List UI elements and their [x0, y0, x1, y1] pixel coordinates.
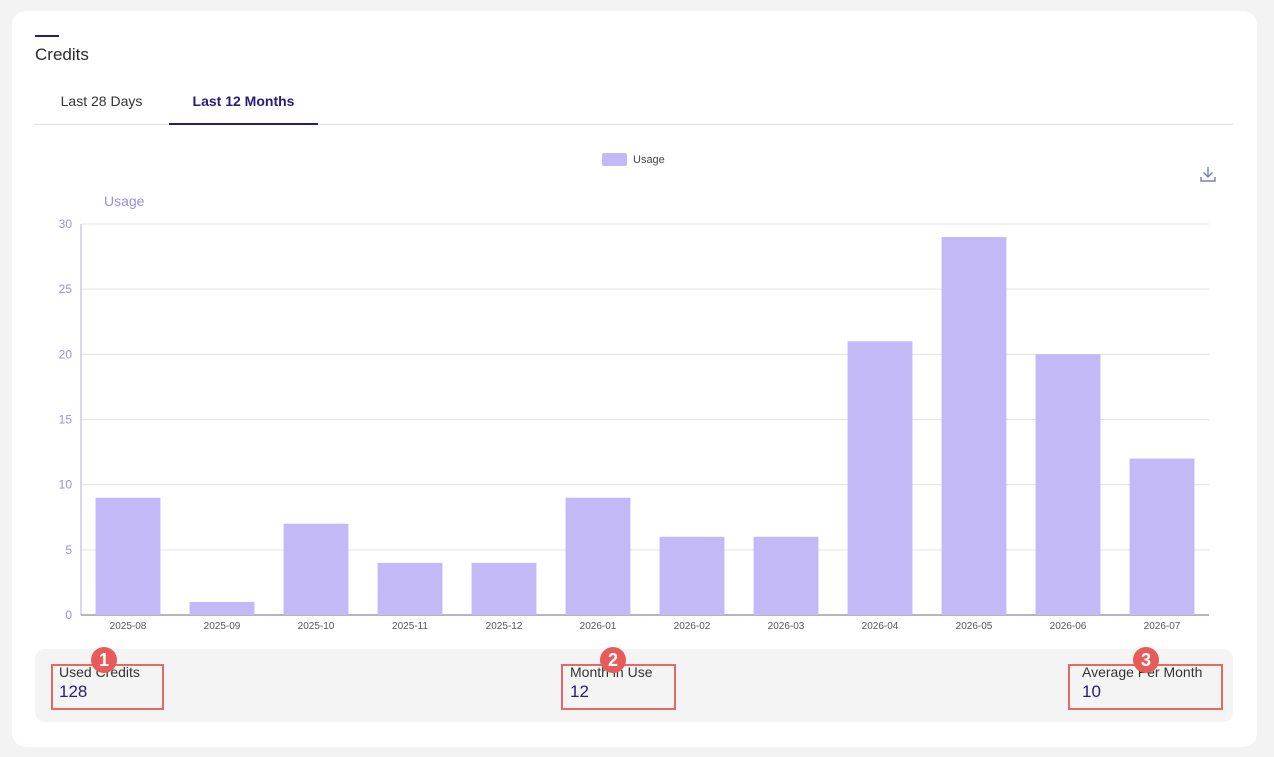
y-tick-label-5: 5 — [65, 543, 72, 557]
x-tick-label-2025-09: 2025-09 — [204, 621, 241, 632]
y-tick-label-25: 25 — [59, 282, 73, 296]
usage-bar-chart: Usage 0 5 10 15 20 25 30 2025-08 2025-09 2025-10 20… — [59, 193, 1209, 632]
y-tick-label-30: 30 — [59, 217, 73, 231]
bar-2026-02 — [659, 536, 725, 615]
annotation-badge-2: 2 — [600, 647, 626, 673]
x-tick-label-2026-05: 2026-05 — [956, 621, 993, 632]
x-tick-label-2026-02: 2026-02 — [674, 621, 711, 632]
stats-panel: Used Credits 128 Month in Use 12 Average… — [35, 647, 1233, 722]
x-tick-label-2025-12: 2025-12 — [486, 621, 523, 632]
bar-2026-07 — [1129, 458, 1195, 615]
y-tick-label-20: 20 — [59, 347, 73, 361]
bar-2025-11 — [377, 562, 443, 615]
bar-2025-08 — [95, 497, 161, 615]
x-tick-label-2026-03: 2026-03 — [768, 621, 805, 632]
x-tick-label-2026-07: 2026-07 — [1144, 621, 1181, 632]
y-axis-title: Usage — [104, 193, 145, 209]
x-tick-label-2026-04: 2026-04 — [862, 621, 899, 632]
y-tick-label-15: 15 — [59, 413, 73, 427]
y-tick-label-10: 10 — [59, 478, 73, 492]
bar-2026-01 — [565, 497, 631, 615]
bar-2025-10 — [283, 523, 349, 615]
bar-2026-05 — [941, 237, 1007, 616]
x-tick-label-2025-08: 2025-08 — [110, 621, 147, 632]
bar-2026-06 — [1035, 354, 1101, 615]
bar-2026-03 — [753, 536, 819, 615]
annotation-badge-3: 3 — [1133, 647, 1159, 673]
y-tick-label-0: 0 — [65, 608, 72, 622]
bar-2026-04 — [847, 341, 913, 615]
annotation-badge-1: 1 — [91, 647, 117, 673]
bar-2025-09 — [189, 601, 255, 615]
x-tick-label-2026-01: 2026-01 — [580, 621, 617, 632]
x-tick-label-2026-06: 2026-06 — [1050, 621, 1087, 632]
x-tick-label-2025-10: 2025-10 — [298, 621, 335, 632]
x-tick-label-2025-11: 2025-11 — [392, 621, 428, 632]
credits-card: Credits Last 28 Days Last 12 Months Usag… — [12, 11, 1257, 747]
bar-2025-12 — [471, 562, 537, 615]
